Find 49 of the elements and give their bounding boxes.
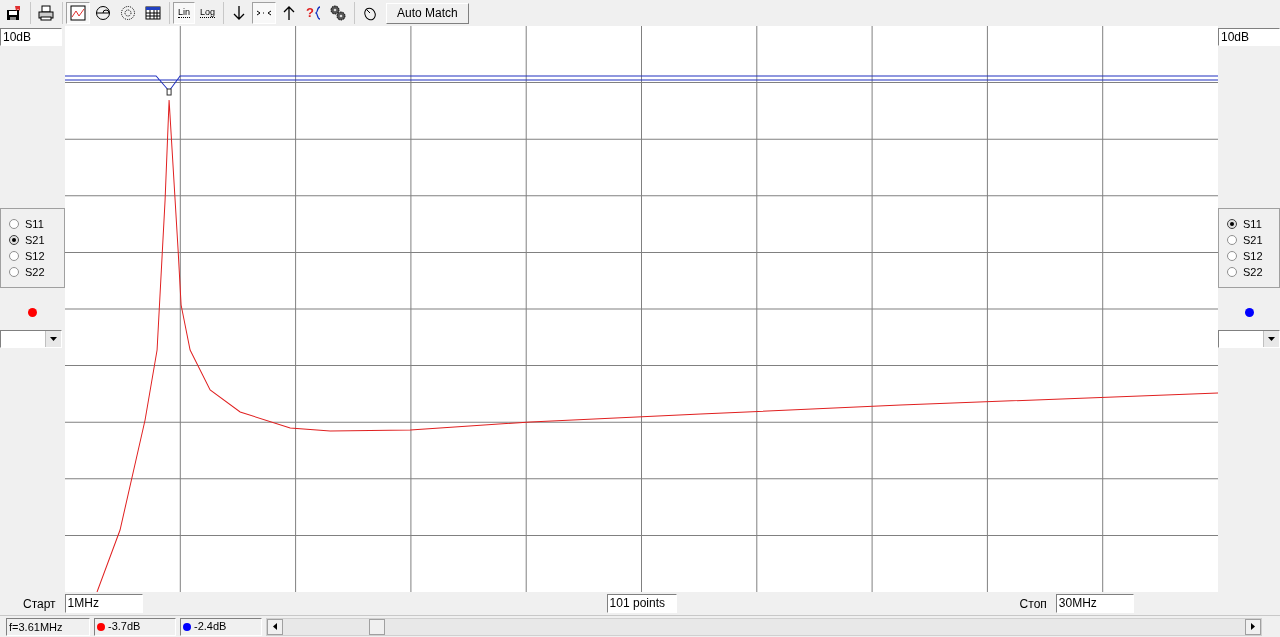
radio-button[interactable] [1227, 219, 1237, 229]
stop-label: Стоп [1019, 595, 1047, 613]
parameter-label: S12 [1243, 249, 1263, 264]
parameter-label: S21 [1243, 233, 1263, 248]
chart-tool-button[interactable] [66, 2, 90, 24]
dropdown[interactable] [1218, 330, 1280, 348]
save-icon [6, 5, 22, 21]
auto-match-button[interactable]: Auto Match [386, 2, 469, 24]
scrollbar[interactable] [266, 617, 1262, 636]
dropdown-caret-icon [50, 337, 57, 341]
parameter-label: S22 [1243, 265, 1263, 280]
radio-button[interactable] [9, 251, 19, 261]
parameter-label: S11 [1243, 217, 1262, 232]
parameter-label: S12 [25, 249, 45, 264]
scroll-right-icon [1251, 623, 1255, 630]
marker-reading: -3.7dB [108, 619, 141, 635]
start-field[interactable]: 1MHz [64, 594, 143, 613]
marker-reading: -2.4dB [194, 619, 227, 635]
brace-icon [315, 6, 321, 20]
radio-button[interactable] [9, 235, 19, 245]
gears-icon [330, 5, 346, 21]
fit-tool-button[interactable] [252, 2, 277, 24]
frequency-readout: f=3.61MHz [6, 617, 90, 636]
scale-field[interactable]: 10dB [1218, 28, 1280, 46]
scale-field[interactable]: 10dB [0, 28, 62, 46]
scroll-left-icon [273, 623, 277, 630]
stop-field[interactable]: 30MHz [1055, 594, 1134, 613]
help-button[interactable]: ? [302, 2, 325, 24]
dropdown[interactable] [0, 330, 62, 348]
printer-icon [38, 5, 54, 21]
mouse-icon [362, 5, 378, 21]
start-label: Старт [23, 595, 56, 613]
polar-icon [120, 5, 136, 21]
parameter-label: S11 [25, 217, 44, 232]
table-icon [145, 5, 161, 21]
chart-icon [70, 5, 86, 21]
points-field[interactable]: 101 points [606, 594, 677, 613]
dropdown-caret-icon [1268, 337, 1275, 341]
scroll-thumb[interactable] [369, 618, 385, 635]
radio-button[interactable] [1227, 251, 1237, 261]
parameter-label: S22 [25, 265, 45, 280]
radio-button[interactable] [1227, 267, 1237, 277]
circle-chart-icon [95, 5, 111, 21]
radio-button[interactable] [1227, 235, 1237, 245]
radio-button[interactable] [9, 267, 19, 277]
radio-button[interactable] [9, 219, 19, 229]
scale-mode-button[interactable]: Log [196, 2, 220, 24]
parameter-label: S21 [25, 233, 45, 248]
scale-mode-button[interactable]: Lin [173, 2, 195, 24]
